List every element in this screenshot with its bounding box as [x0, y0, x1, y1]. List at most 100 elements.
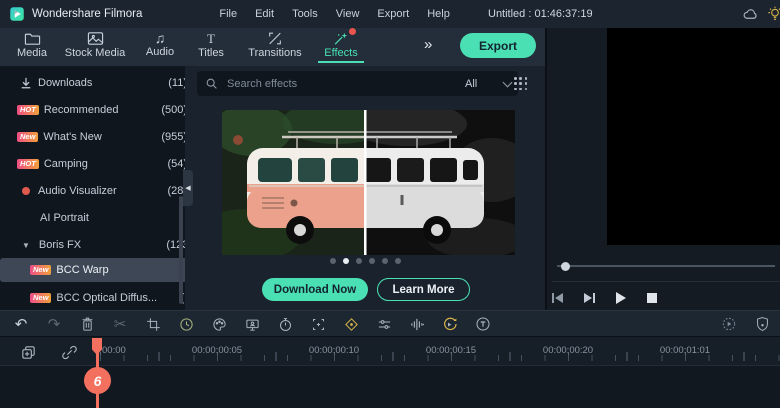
tab-effects[interactable]: Effects — [318, 31, 364, 59]
redo-icon[interactable]: ↷ — [42, 313, 66, 335]
denoise-icon[interactable] — [405, 313, 429, 335]
effects-category-sidebar: Downloads (11) HOT Recommended (500) New… — [0, 66, 185, 310]
export-button[interactable]: Export — [460, 33, 536, 58]
filmora-window: Wondershare Filmora File Edit Tools View… — [0, 0, 780, 408]
stop-button[interactable] — [647, 293, 657, 303]
menu-export[interactable]: Export — [368, 8, 418, 20]
hot-badge: HOT — [17, 105, 39, 115]
menu-tools[interactable]: Tools — [283, 8, 327, 20]
red-dot-icon — [17, 187, 35, 195]
transitions-icon — [267, 31, 283, 46]
ruler-minor-ticks — [100, 355, 780, 361]
timer-icon[interactable] — [273, 313, 297, 335]
keyframe-icon[interactable] — [339, 313, 363, 335]
preview-scrubber[interactable] — [557, 262, 775, 270]
dot[interactable] — [330, 258, 336, 264]
menu-help[interactable]: Help — [418, 8, 459, 20]
sidebar-item-camping[interactable]: HOT Camping (54) — [0, 152, 197, 176]
menu-edit[interactable]: Edit — [246, 8, 283, 20]
filmora-logo-icon — [8, 5, 26, 23]
video-preview-area[interactable] — [607, 28, 780, 245]
timeline-track-area[interactable] — [0, 365, 780, 408]
carousel-dots[interactable] — [330, 258, 401, 264]
sidebar-item-label: AI Portrait — [40, 212, 89, 224]
tab-titles[interactable]: T Titles — [192, 31, 230, 59]
sidebar-scrollbar[interactable] — [179, 196, 183, 304]
before-after-divider — [364, 110, 367, 255]
learn-more-button[interactable]: Learn More — [377, 278, 470, 301]
scrubber-knob[interactable] — [561, 262, 570, 271]
sidebar-item-label: Downloads — [38, 77, 92, 89]
search-input[interactable] — [225, 77, 429, 91]
render-preview-icon[interactable] — [717, 313, 741, 335]
delete-icon[interactable] — [75, 313, 99, 335]
adjust-icon[interactable] — [372, 313, 396, 335]
sidebar-collapse-arrow[interactable]: ◀ — [183, 170, 193, 206]
tab-titles-label: Titles — [198, 47, 224, 59]
filter-dropdown[interactable]: All — [458, 71, 518, 96]
sidebar-item-boris-fx[interactable]: ▼ Boris FX (123) — [0, 233, 202, 257]
audio-sync-icon[interactable] — [438, 313, 462, 335]
crop-icon[interactable] — [141, 313, 165, 335]
sidebar-item-audio-visualizer[interactable]: Audio Visualizer (28) — [0, 179, 197, 203]
play-button[interactable] — [616, 292, 626, 304]
screen-record-icon[interactable] — [240, 313, 264, 335]
promo-banner-image[interactable] — [222, 110, 515, 255]
app-title: Wondershare Filmora — [32, 8, 142, 20]
bulb-icon[interactable] — [767, 5, 780, 23]
sidebar-item-downloads[interactable]: Downloads (11) — [0, 71, 197, 95]
sidebar-item-recommended[interactable]: HOT Recommended (500) — [0, 98, 197, 122]
scrubber-track[interactable] — [557, 265, 775, 267]
new-badge: New — [30, 293, 51, 303]
next-frame-button[interactable] — [584, 293, 595, 303]
hot-badge: HOT — [17, 159, 39, 169]
undo-icon[interactable]: ↶ — [9, 313, 33, 335]
cloud-icon[interactable] — [742, 7, 759, 21]
sidebar-item-label: What's New — [43, 131, 101, 143]
tab-media-label: Media — [17, 47, 47, 59]
sidebar-item-whats-new[interactable]: New What's New (955) — [0, 125, 197, 149]
item-count: (955) — [161, 131, 187, 143]
menu-file[interactable]: File — [210, 8, 246, 20]
notification-dot — [349, 28, 356, 35]
item-count: (500) — [161, 104, 187, 116]
playhead-badge[interactable]: 6 — [84, 367, 111, 394]
titles-icon: T — [207, 31, 215, 46]
sidebar-item-label: Camping — [44, 158, 88, 170]
sidebar-item-label: Boris FX — [39, 239, 81, 251]
motion-track-icon[interactable] — [306, 313, 330, 335]
speed-icon[interactable] — [174, 313, 198, 335]
folder-icon — [24, 31, 41, 46]
search-field[interactable] — [197, 71, 468, 96]
new-badge: New — [17, 132, 38, 142]
dot[interactable] — [369, 258, 375, 264]
tab-stock-media[interactable]: Stock Media — [62, 31, 128, 59]
tab-transitions[interactable]: Transitions — [244, 31, 306, 59]
dot-active[interactable] — [343, 258, 349, 264]
dot[interactable] — [395, 258, 401, 264]
dot[interactable] — [382, 258, 388, 264]
tab-audio-label: Audio — [146, 46, 174, 58]
download-now-button[interactable]: Download Now — [262, 278, 368, 301]
filter-value: All — [465, 78, 477, 90]
stock-image-icon — [87, 31, 104, 46]
grid-view-icon[interactable] — [514, 77, 528, 91]
sidebar-item-label: BCC Warp — [56, 264, 108, 276]
tab-media[interactable]: Media — [10, 31, 54, 59]
menu-view[interactable]: View — [327, 8, 369, 20]
dot[interactable] — [356, 258, 362, 264]
more-tabs-chevrons[interactable]: » — [424, 36, 430, 53]
text-to-speech-icon[interactable] — [471, 313, 495, 335]
caret-down-icon: ▼ — [22, 241, 30, 250]
sidebar-item-label: Recommended — [44, 104, 119, 116]
new-badge: New — [30, 265, 51, 275]
previous-frame-button[interactable] — [552, 293, 563, 303]
mark-shield-icon[interactable] — [750, 313, 774, 335]
playback-controls — [552, 281, 780, 310]
tab-audio[interactable]: ♫ Audio — [140, 31, 180, 58]
tab-effects-label: Effects — [324, 47, 357, 59]
tab-transitions-label: Transitions — [248, 47, 301, 59]
color-palette-icon[interactable] — [207, 313, 231, 335]
split-scissors-icon[interactable]: ✂ — [108, 313, 132, 335]
sidebar-item-label: BCC Optical Diffus... — [56, 292, 157, 304]
